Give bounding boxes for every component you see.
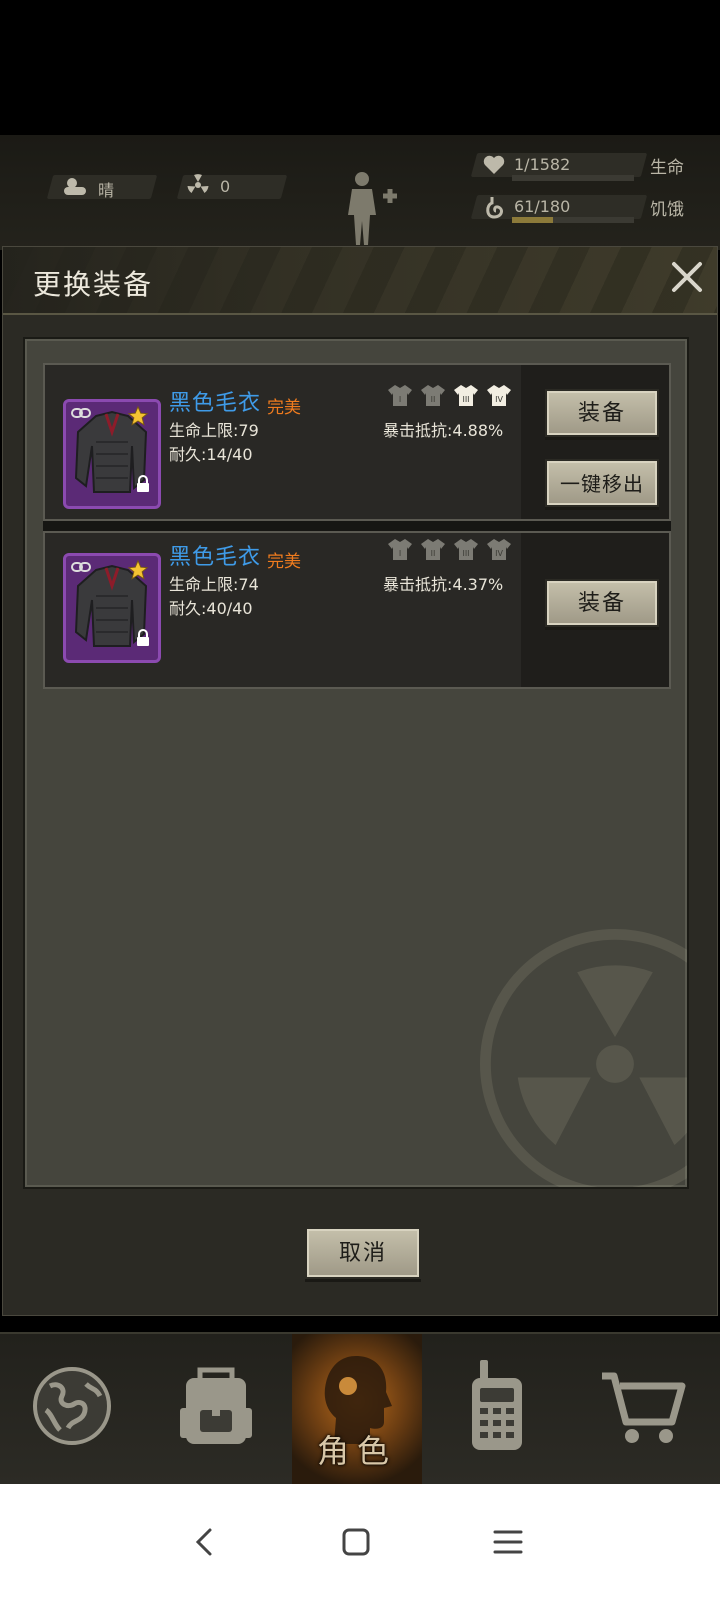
radiation-value: 0 bbox=[220, 177, 231, 196]
tier-1-shirt-icon: I bbox=[388, 385, 412, 406]
equip-button[interactable]: 装备 bbox=[545, 389, 659, 437]
dialog-title: 更换装备 bbox=[33, 268, 154, 301]
weather-icon bbox=[64, 178, 86, 195]
game-hud: 晴 0 1/1582 生命 61/180 饥饿 bbox=[0, 135, 720, 250]
shopping-cart-icon bbox=[602, 1372, 686, 1443]
cancel-button[interactable]: 取消 bbox=[305, 1227, 421, 1279]
item-stat-durability: 耐久:40/40 bbox=[169, 599, 253, 618]
tier-4-shirt-icon: IV bbox=[487, 539, 511, 560]
svg-text:II: II bbox=[431, 395, 436, 404]
close-icon[interactable] bbox=[667, 257, 707, 297]
equipment-item[interactable]: 黑色毛衣 完美 生命上限:79 耐久:14/40 暴击抵抗:4.88% I II… bbox=[43, 363, 671, 521]
nav-backpack[interactable] bbox=[146, 1334, 292, 1484]
equip-button[interactable]: 装备 bbox=[545, 579, 659, 627]
link-icon bbox=[71, 562, 91, 572]
svg-text:I: I bbox=[399, 549, 401, 558]
hunger-label: 饥饿 bbox=[650, 200, 684, 220]
item-name: 黑色毛衣 bbox=[169, 545, 262, 570]
equipment-list-panel: 黑色毛衣 完美 生命上限:79 耐久:14/40 暴击抵抗:4.88% I II… bbox=[23, 337, 689, 1189]
nav-world[interactable] bbox=[0, 1334, 146, 1484]
svg-text:IV: IV bbox=[495, 549, 503, 558]
svg-text:III: III bbox=[462, 395, 469, 404]
tier-4-shirt-icon: IV bbox=[487, 385, 511, 406]
radiation-watermark-icon bbox=[480, 929, 687, 1187]
row-divider bbox=[43, 521, 671, 531]
equipment-item[interactable]: 黑色毛衣 完美 生命上限:74 耐久:40/40 暴击抵抗:4.37% I II… bbox=[43, 531, 671, 689]
svg-text:I: I bbox=[399, 395, 401, 404]
health-value: 1/1582 bbox=[514, 155, 571, 174]
heart-icon bbox=[483, 155, 505, 174]
item-stat-hp: 生命上限:74 bbox=[169, 575, 259, 594]
radiation-icon bbox=[187, 174, 209, 193]
health-label: 生命 bbox=[650, 158, 684, 178]
back-icon[interactable] bbox=[186, 1522, 226, 1562]
item-stat-durability: 耐久:14/40 bbox=[169, 445, 253, 464]
star-icon bbox=[127, 405, 149, 426]
item-quality: 完美 bbox=[267, 398, 301, 418]
tier-2-shirt-icon: II bbox=[421, 539, 445, 560]
item-quality: 完美 bbox=[267, 552, 301, 572]
item-extra-stat: 暴击抵抗:4.37% bbox=[383, 575, 504, 594]
link-icon bbox=[71, 408, 91, 418]
system-nav-bar bbox=[0, 1484, 720, 1600]
hunger-bar-fill bbox=[512, 217, 553, 223]
tier-icons: I II III IV bbox=[387, 383, 512, 407]
dialog-header: 更换装备 bbox=[3, 247, 717, 315]
hunger-value: 61/180 bbox=[514, 197, 571, 216]
tier-1-shirt-icon: I bbox=[388, 539, 412, 560]
svg-text:III: III bbox=[462, 549, 469, 558]
body-status-icon[interactable] bbox=[340, 169, 410, 245]
health-bar bbox=[512, 175, 634, 181]
svg-text:II: II bbox=[431, 549, 436, 558]
menu-icon[interactable] bbox=[488, 1522, 528, 1562]
top-black-area bbox=[0, 0, 720, 135]
nav-shop[interactable] bbox=[572, 1334, 720, 1484]
item-name: 黑色毛衣 bbox=[169, 391, 262, 416]
bottom-nav: 角色 bbox=[0, 1332, 720, 1484]
backpack-icon bbox=[180, 1367, 252, 1444]
home-icon[interactable] bbox=[336, 1522, 376, 1562]
remove-all-button[interactable]: 一键移出 bbox=[545, 459, 659, 507]
item-extra-stat: 暴击抵抗:4.88% bbox=[383, 421, 504, 440]
svg-text:IV: IV bbox=[495, 395, 503, 404]
tier-3-shirt-icon: III bbox=[454, 539, 478, 560]
nav-character-label: 角色 bbox=[316, 1432, 397, 1470]
weather-text: 晴 bbox=[98, 181, 115, 200]
tier-2-shirt-icon: II bbox=[421, 385, 445, 406]
walkie-talkie-icon bbox=[472, 1360, 522, 1450]
globe-icon bbox=[33, 1367, 111, 1445]
stomach-icon bbox=[486, 197, 503, 219]
tier-3-shirt-icon: III bbox=[454, 385, 478, 406]
nav-character[interactable]: 角色 bbox=[292, 1334, 422, 1484]
tier-icons: I II III IV bbox=[387, 537, 512, 561]
star-icon bbox=[127, 559, 149, 580]
lock-icon bbox=[137, 475, 149, 492]
nav-radio[interactable] bbox=[422, 1334, 572, 1484]
item-stat-hp: 生命上限:79 bbox=[169, 421, 259, 440]
change-equipment-dialog: 更换装备 黑色毛衣 完美 生命上限:79 耐久:14/40 暴击抵抗:4.88%… bbox=[2, 246, 718, 1316]
lock-icon bbox=[137, 629, 149, 646]
